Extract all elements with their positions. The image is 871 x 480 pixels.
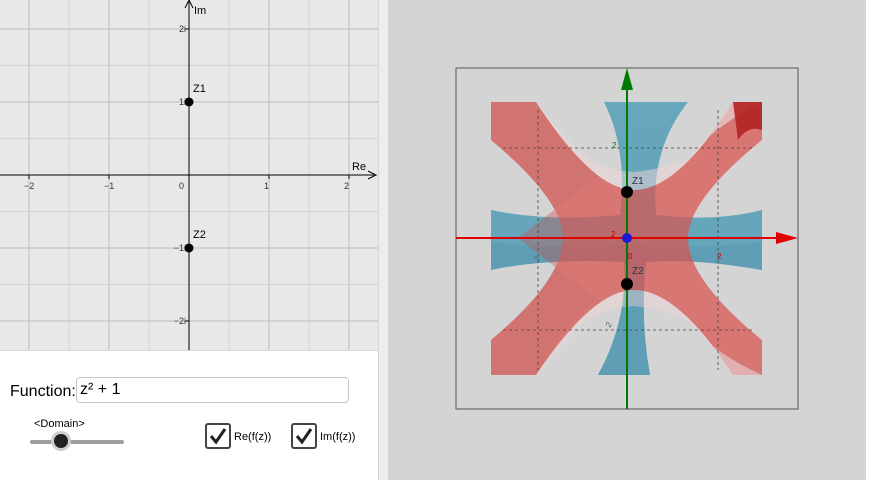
point-z2[interactable] <box>184 243 194 253</box>
check-icon <box>295 428 313 445</box>
im-checkbox[interactable] <box>291 423 317 449</box>
3d-canvas[interactable]: 2 0 2 2 2 2 Z1 Z2 <box>388 0 866 480</box>
re-checkbox[interactable] <box>205 423 231 449</box>
y-tick-label: −1i <box>174 243 186 253</box>
im-checkbox-label: Im(f(z)) <box>320 431 356 443</box>
point-z1-label: Z1 <box>632 176 644 187</box>
real-axis-label: Re <box>352 161 366 173</box>
function-input[interactable]: z² + 1 <box>76 377 349 403</box>
complex-plane-canvas[interactable]: ReIm−2 −1 0 1 22i1i−1i−2iZ1Z2 <box>0 0 378 350</box>
point-z2-label: Z2 <box>632 266 644 277</box>
x-tick-left: 2 <box>611 230 616 239</box>
domain-slider-track[interactable] <box>30 440 124 444</box>
complex-plane-view[interactable]: Re Im −2 −1 0 1 2 2i 1i −1i −2i Z1 Z2 <box>0 0 378 350</box>
x-tick-label: 1 <box>264 181 269 191</box>
point-z2-label: Z2 <box>193 229 206 241</box>
right-edge <box>866 0 871 480</box>
point-z1-label: Z1 <box>193 83 206 95</box>
domain-slider-knob[interactable] <box>54 434 69 448</box>
x-tick-label: −1 <box>104 181 114 191</box>
origin-point[interactable] <box>622 233 632 243</box>
z-tick-top: 2 <box>612 141 617 150</box>
point-z1[interactable] <box>184 97 194 107</box>
point-z2[interactable] <box>621 278 633 290</box>
check-icon <box>209 428 227 445</box>
controls-panel: Function: z² + 1 <Domain> Re(f(z)) Im(f(… <box>0 350 378 480</box>
left-panel: Re Im −2 −1 0 1 2 2i 1i −1i −2i Z1 Z2 Function: z² +… <box>0 0 378 480</box>
y-tick-label: −2i <box>174 316 186 326</box>
3d-graphics-view[interactable]: 2 0 2 2 2 2 Z1 Z2 <box>388 0 866 480</box>
x-tick-label: 2 <box>344 181 349 191</box>
re-checkbox-label: Re(f(z)) <box>234 431 272 443</box>
x-tick-label: 0 <box>179 181 184 191</box>
imaginary-axis-label: Im <box>194 5 206 17</box>
x-tick-right: 2 <box>717 252 722 261</box>
y-tick-label: 2i <box>179 24 186 34</box>
x-tick-label: −2 <box>24 181 34 191</box>
domain-slider-label: <Domain> <box>34 418 85 430</box>
function-label: Function: <box>10 383 76 400</box>
panel-divider[interactable] <box>378 0 388 480</box>
x-tick-origin: 0 <box>628 252 633 261</box>
point-z1[interactable] <box>621 186 633 198</box>
